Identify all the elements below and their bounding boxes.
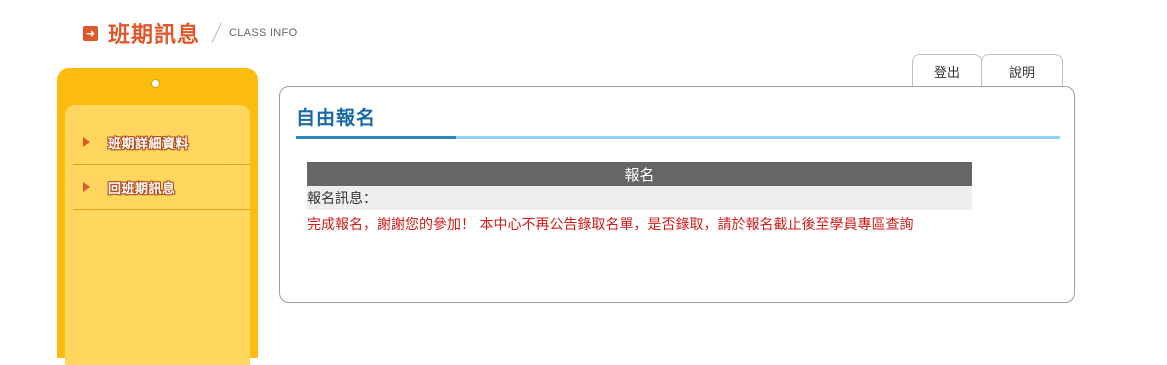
title-underline-accent [296,136,456,139]
sidebar: 班期詳細資料 回班期訊息 [57,68,258,365]
arrow-right-box-icon: ➜ [83,25,98,41]
sidebar-item-back-to-class-info[interactable]: 回班期訊息 [73,165,250,210]
content-title: 自由報名 [296,107,377,129]
triangle-right-icon [83,182,90,192]
sidebar-item-label: 回班期訊息 [108,181,176,197]
title-divider [211,22,222,44]
page-subtitle: CLASS INFO [229,27,298,39]
sidebar-item-label: 班期詳細資料 [108,136,190,152]
triangle-right-icon [83,137,90,147]
registration-info-label: 報名訊息： [307,186,972,210]
sidebar-panel: 班期詳細資料 回班期訊息 [65,105,250,365]
sidebar-hole-decoration [151,79,160,88]
registration-header: 報名 [307,162,972,186]
sidebar-item-class-details[interactable]: 班期詳細資料 [73,120,250,165]
page-header: ➜ 班期訊息 CLASS INFO [83,18,297,48]
help-tab[interactable]: 說明 [981,54,1063,87]
content-panel: 自由報名 報名 報名訊息： 完成報名，謝謝您的參加！ 本中心不再公告錄取名單，是… [279,86,1075,303]
top-tabs: 登出 說明 [912,54,1063,87]
page-title: 班期訊息 [108,23,201,48]
logout-tab[interactable]: 登出 [912,54,982,87]
registration-message: 完成報名，謝謝您的參加！ 本中心不再公告錄取名單，是否錄取，請於報名截止後至學員… [307,217,914,233]
